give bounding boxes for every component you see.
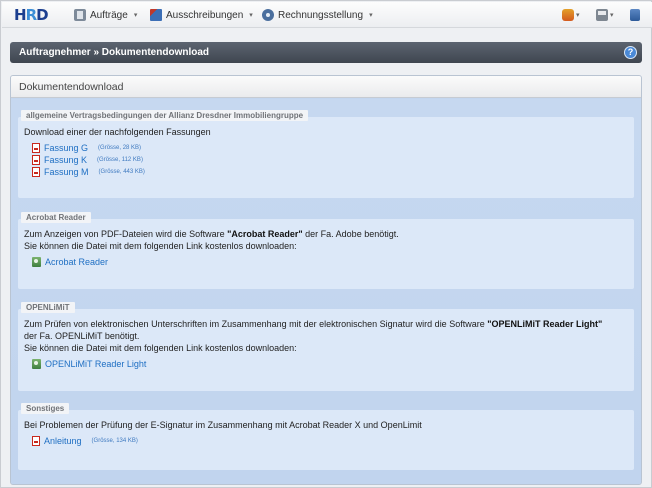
user-menu-button[interactable]: ▾ — [562, 8, 580, 22]
file-size: (Grösse, 134 KB) — [91, 438, 138, 444]
section-text: Download einer der nachfolgenden Fassung… — [24, 127, 211, 137]
text-segment: Zum Anzeigen von PDF-Dateien wird die So… — [24, 229, 228, 239]
print-menu-button[interactable]: ▾ — [596, 8, 614, 22]
nav-menu-ausschreibungen[interactable]: Ausschreibungen ▾ — [150, 8, 253, 22]
section-text-line-3: Sie können die Datei mit dem folgenden L… — [24, 343, 297, 353]
logo-letter-h: H — [14, 6, 27, 24]
section-text: Bei Problemen der Prüfung der E-Signatur… — [24, 420, 422, 430]
download-link-openlimit[interactable]: OPENLiMiT Reader Light — [24, 358, 630, 370]
top-navigation: HRD Aufträge ▾ Ausschreibungen ▾ Rechnun… — [2, 2, 652, 28]
section-text-line-2: Sie können die Datei mit dem folgenden L… — [24, 241, 297, 251]
section-legend: OPENLiMiT — [21, 302, 75, 313]
nav-menu-auftraege[interactable]: Aufträge ▾ — [74, 8, 137, 22]
chevron-down-icon: ▾ — [369, 12, 373, 19]
logout-icon — [630, 9, 640, 21]
download-link-fassung-k[interactable]: Fassung K (Grösse, 112 KB) — [24, 154, 630, 166]
link-fassung-m[interactable]: Fassung M — [44, 166, 89, 178]
file-size: (Grösse, 112 KB) — [97, 157, 143, 163]
nav-menu-ausschreibungen-label: Ausschreibungen — [166, 9, 244, 21]
file-size: (Grösse, 443 KB) — [98, 169, 145, 175]
installer-icon — [32, 359, 41, 369]
installer-icon — [32, 257, 41, 267]
page-title-bar: Auftragnehmer » Dokumentendownload ? — [10, 42, 642, 63]
section-vertragsbedingungen: allgemeine Vertragsbedingungen der Allia… — [18, 110, 634, 198]
logout-button[interactable] — [630, 8, 640, 22]
section-acrobat-reader: Acrobat Reader Zum Anzeigen von PDF-Date… — [18, 212, 634, 289]
pdf-icon — [32, 167, 40, 177]
page-title: Auftragnehmer » Dokumentendownload — [19, 47, 210, 58]
pdf-icon — [32, 155, 40, 165]
hrd-logo[interactable]: HRD — [14, 6, 49, 24]
nav-menu-rechnungsstellung[interactable]: Rechnungsstellung ▾ — [262, 8, 373, 22]
section-legend: allgemeine Vertragsbedingungen der Allia… — [21, 110, 309, 121]
orders-icon — [74, 9, 86, 21]
download-link-fassung-m[interactable]: Fassung M (Grösse, 443 KB) — [24, 166, 630, 178]
tender-icon — [150, 9, 162, 21]
nav-menu-auftraege-label: Aufträge — [90, 9, 128, 21]
logo-letter-r: R — [25, 6, 38, 24]
download-link-acrobat-reader[interactable]: Acrobat Reader — [24, 256, 630, 268]
help-icon[interactable]: ? — [624, 46, 637, 59]
section-text-line-2: der Fa. OPENLiMiT benötigt. — [24, 331, 140, 341]
link-openlimit-reader-light[interactable]: OPENLiMiT Reader Light — [45, 358, 146, 370]
file-size: (Grösse, 28 KB) — [98, 145, 142, 151]
chevron-down-icon: ▾ — [133, 12, 138, 19]
section-text-line-1: Zum Prüfen von elektronischen Unterschri… — [24, 318, 630, 330]
pdf-icon — [32, 143, 40, 153]
section-legend: Acrobat Reader — [21, 212, 91, 223]
nav-menu-rechnungsstellung-label: Rechnungsstellung — [278, 9, 364, 21]
chevron-down-icon: ▾ — [249, 12, 253, 19]
pdf-icon — [32, 436, 40, 446]
panel-body: allgemeine Vertragsbedingungen der Allia… — [11, 99, 641, 484]
logo-letter-d: D — [36, 6, 48, 24]
panel-title: Dokumentendownload — [11, 76, 641, 98]
text-segment: der Fa. Adobe benötigt. — [302, 229, 399, 239]
download-link-anleitung[interactable]: Anleitung (Grösse, 134 KB) — [24, 435, 630, 447]
download-panel: Dokumentendownload allgemeine Vertragsbe… — [10, 75, 642, 485]
link-fassung-g[interactable]: Fassung G — [44, 142, 88, 154]
link-anleitung[interactable]: Anleitung — [44, 435, 82, 447]
download-link-fassung-g[interactable]: Fassung G (Grösse, 28 KB) — [24, 142, 630, 154]
software-name: "OPENLiMiT Reader Light" — [487, 319, 603, 329]
section-text-line-1: Zum Anzeigen von PDF-Dateien wird die So… — [24, 228, 630, 240]
section-legend: Sonstiges — [21, 403, 70, 414]
billing-icon — [262, 9, 274, 21]
app-window: HRD Aufträge ▾ Ausschreibungen ▾ Rechnun… — [0, 0, 652, 488]
software-name: "Acrobat Reader" — [227, 229, 303, 239]
link-acrobat-reader[interactable]: Acrobat Reader — [45, 256, 108, 268]
print-icon — [596, 9, 608, 21]
user-icon — [562, 9, 574, 21]
chevron-down-icon: ▾ — [576, 12, 580, 19]
text-segment: Zum Prüfen von elektronischen Unterschri… — [24, 319, 488, 329]
section-openlimit: OPENLiMiT Zum Prüfen von elektronischen … — [18, 302, 634, 391]
link-fassung-k[interactable]: Fassung K — [44, 154, 87, 166]
section-sonstiges: Sonstiges Bei Problemen der Prüfung der … — [18, 403, 634, 470]
chevron-down-icon: ▾ — [610, 12, 614, 19]
